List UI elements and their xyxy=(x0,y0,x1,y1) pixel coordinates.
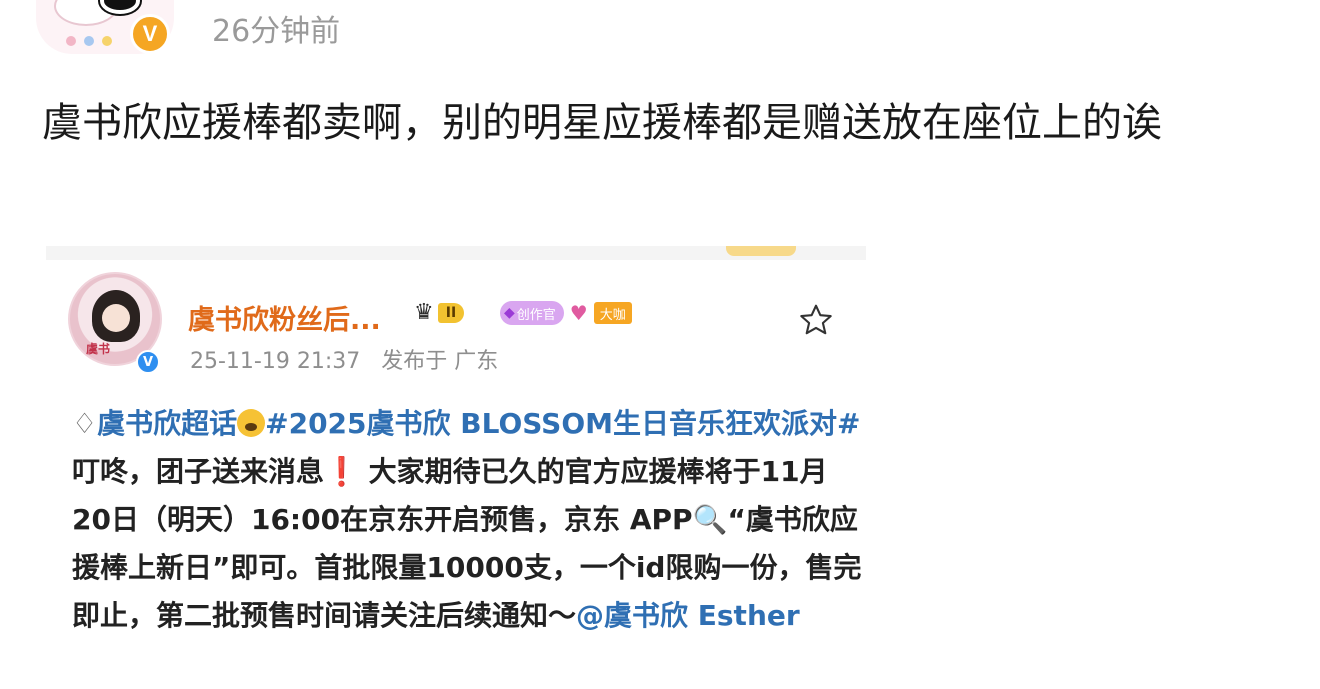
embedded-post-meta: 25-11-19 21:37 发布于 广东 xyxy=(190,343,498,375)
avatar-flower xyxy=(66,36,76,46)
embedded-post-location: 发布于 广东 xyxy=(381,349,499,374)
star-favorite-icon[interactable] xyxy=(798,302,834,338)
crown-icon: ♛ xyxy=(414,300,434,325)
creator-badge[interactable]: ◆ 创作官 xyxy=(500,301,564,325)
embed-top-accent xyxy=(726,246,796,256)
face-emoji-icon xyxy=(237,409,266,437)
avatar-label: 虞书 xyxy=(86,342,111,356)
embedded-post-image[interactable]: 虞书 V 虞书欣粉丝后... ♛ II ◆ 创作官 ♥ 大咖 25-11-19 … xyxy=(46,246,866,689)
big-badge[interactable]: 大咖 xyxy=(593,302,632,324)
avatar-flower xyxy=(102,36,112,46)
post-timestamp: 26分钟前 xyxy=(212,14,341,49)
hashtag-link[interactable]: #2025虞书欣 BLOSSOM生日音乐狂欢派对# xyxy=(265,407,860,440)
body-text-part: 叮咚，团子送来消息 xyxy=(72,455,325,488)
embedded-badge-row: ♛ II ◆ 创作官 ♥ 大咖 xyxy=(414,298,632,328)
avatar-flower xyxy=(84,36,94,46)
embedded-verified-icon: V xyxy=(136,350,160,374)
heart-badge-icon[interactable]: ♥ xyxy=(570,301,588,325)
diamond-icon: ♢ xyxy=(72,407,98,440)
level-badge[interactable]: ♛ II xyxy=(414,300,494,326)
embedded-post-body: ♢虞书欣超话 #2025虞书欣 BLOSSOM生日音乐狂欢派对# 叮咚，团子送来消… xyxy=(72,400,862,640)
creator-badge-label: 创作官 xyxy=(516,307,556,323)
level-badge-label: II xyxy=(437,303,465,323)
search-icon: 🔍 xyxy=(692,503,728,536)
verified-badge-icon: V xyxy=(130,14,170,54)
avatar-face xyxy=(102,304,130,332)
mention-link[interactable]: @虞书欣 Esther xyxy=(576,599,800,632)
gem-icon: ◆ xyxy=(504,305,515,321)
embedded-post-date: 25-11-19 21:37 xyxy=(190,349,361,374)
post-body-text: 虞书欣应援棒都卖啊，别的明星应援棒都是赠送放在座位上的诶 xyxy=(42,100,1162,146)
topic-link[interactable]: 虞书欣超话 xyxy=(97,407,237,440)
embedded-author-name[interactable]: 虞书欣粉丝后... xyxy=(188,298,381,337)
exclamation-icon: ❗ xyxy=(324,455,359,488)
